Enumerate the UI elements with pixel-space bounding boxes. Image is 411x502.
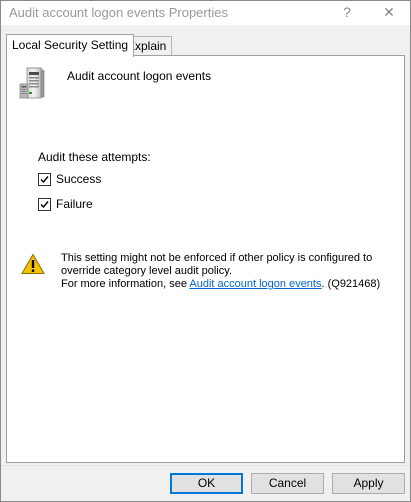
warning-line-2: override category level audit policy. [61,265,232,277]
footer-divider [1,465,410,466]
checkmark-icon [40,175,49,183]
failure-checkbox[interactable] [38,197,51,211]
kb-article-id: . (Q921468) [321,278,381,290]
success-checkbox[interactable] [38,172,51,186]
title-bar[interactable]: Audit account logon events Properties ? … [1,1,410,25]
warning-line-1: This setting might not be enforced if ot… [61,252,373,264]
cancel-button[interactable]: Cancel [251,473,324,494]
close-button[interactable]: ✕ [375,1,403,25]
warning-icon [21,253,45,274]
tab-local-security-setting[interactable]: Local Security Setting [6,34,135,57]
kb-article-link[interactable]: Audit account logon events [189,278,321,290]
server-icon [19,67,45,99]
tab-panel: Audit account logon events Audit these a… [6,55,405,463]
apply-button[interactable]: Apply [332,473,405,494]
audit-attempts-label: Audit these attempts: [38,150,151,164]
success-checkbox-row[interactable]: Success [38,171,101,187]
success-label: Success [56,172,102,186]
ok-button[interactable]: OK [170,473,243,494]
properties-dialog: Audit account logon events Properties ? … [0,0,411,502]
policy-name: Audit account logon events [67,69,212,83]
checkmark-icon [40,200,49,208]
window-title: Audit account logon events Properties [9,5,228,20]
warning-more-info-text: For more information, see [61,278,190,290]
failure-checkbox-row[interactable]: Failure [38,196,93,212]
failure-label: Failure [56,197,93,211]
warning-message: This setting might not be enforced if ot… [61,252,396,291]
warning-line-3: For more information, see Audit account … [61,278,396,291]
help-button[interactable]: ? [333,1,361,25]
